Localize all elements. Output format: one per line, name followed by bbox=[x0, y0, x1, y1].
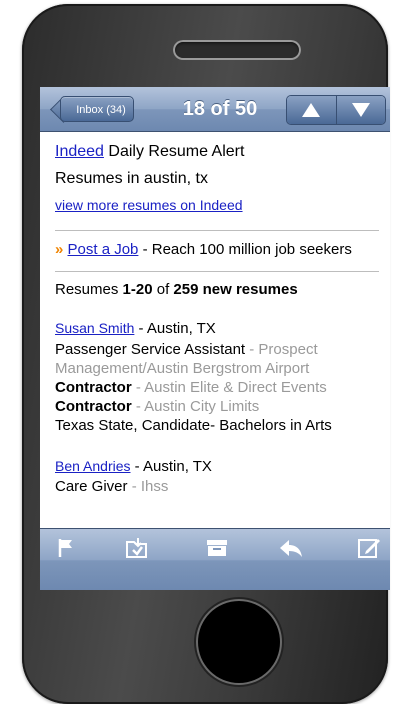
candidate-experience-line: Passenger Service Assistant - Prospect bbox=[55, 341, 318, 358]
arrow-down-icon bbox=[351, 103, 370, 117]
divider bbox=[55, 271, 379, 272]
arrow-up-icon bbox=[302, 103, 321, 117]
move-folder-icon[interactable] bbox=[124, 535, 150, 561]
candidate-location: - Austin, TX bbox=[134, 320, 216, 337]
summary-prefix: Resumes bbox=[55, 281, 123, 298]
job-org: - Austin Elite & Direct Events bbox=[131, 379, 327, 396]
email-header: Indeed Daily Resume Alert bbox=[55, 143, 244, 161]
archive-icon[interactable] bbox=[204, 535, 230, 561]
flag-icon[interactable] bbox=[54, 535, 80, 561]
phone-screen: Inbox (34) 18 of 50 Indeed Daily Resume … bbox=[40, 87, 390, 590]
inbox-back-label: Inbox (34) bbox=[76, 104, 126, 116]
summary-count: 259 new resumes bbox=[173, 281, 298, 298]
divider bbox=[55, 230, 379, 231]
message-toolbar bbox=[40, 528, 390, 590]
next-message-button[interactable] bbox=[335, 96, 385, 124]
job-title: Passenger Service Assistant bbox=[55, 341, 246, 358]
compose-icon[interactable] bbox=[356, 535, 382, 561]
candidate-name-row: Ben Andries - Austin, TX bbox=[55, 458, 212, 475]
summary-range: 1-20 bbox=[122, 281, 153, 298]
home-button[interactable] bbox=[198, 601, 280, 683]
post-a-job-link[interactable]: Post a Job bbox=[68, 241, 139, 258]
message-navigation-segment bbox=[286, 95, 386, 125]
speaker-grille bbox=[173, 40, 301, 60]
job-title: Contractor bbox=[55, 398, 132, 415]
message-position-title: 18 of 50 bbox=[182, 98, 258, 120]
promo-text: - Reach 100 million job seekers bbox=[138, 241, 352, 258]
previous-message-button[interactable] bbox=[287, 96, 336, 124]
candidate-experience-line: Management/Austin Bergstrom Airport bbox=[55, 360, 310, 377]
job-org: - Austin City Limits bbox=[131, 398, 260, 415]
candidate-name-link[interactable]: Ben Andries bbox=[55, 458, 131, 474]
email-header-text: Daily Resume Alert bbox=[103, 143, 245, 160]
candidate-location: - Austin, TX bbox=[130, 458, 212, 475]
candidate-name-row: Susan Smith - Austin, TX bbox=[55, 320, 216, 337]
candidate-experience-line: Care Giver - Ihss bbox=[55, 478, 168, 495]
candidate-education-line: Texas State, Candidate- Bachelors in Art… bbox=[55, 417, 332, 434]
candidate-experience-line: Contractor - Austin City Limits bbox=[55, 398, 259, 415]
job-org: - Ihss bbox=[127, 478, 169, 495]
candidate-experience-line: Contractor - Austin Elite & Direct Event… bbox=[55, 379, 327, 396]
indeed-link[interactable]: Indeed bbox=[55, 143, 104, 160]
email-subtitle: Resumes in austin, tx bbox=[55, 170, 208, 187]
promo-marker: » bbox=[55, 241, 64, 258]
resume-summary: Resumes 1-20 of 259 new resumes bbox=[55, 281, 298, 298]
job-title: Contractor bbox=[55, 379, 132, 396]
inbox-back-button[interactable]: Inbox (34) bbox=[60, 96, 134, 122]
job-org: - Prospect bbox=[245, 341, 318, 358]
view-more-resumes-link[interactable]: view more resumes on Indeed bbox=[55, 197, 243, 213]
candidate-name-link[interactable]: Susan Smith bbox=[55, 320, 134, 336]
navigation-bar: Inbox (34) 18 of 50 bbox=[40, 87, 390, 132]
reply-icon[interactable] bbox=[278, 535, 304, 561]
view-more-link-row: view more resumes on Indeed bbox=[55, 197, 243, 213]
summary-mid: of bbox=[152, 281, 174, 298]
job-title: Care Giver bbox=[55, 478, 128, 495]
promo-row: » Post a Job - Reach 100 million job see… bbox=[55, 241, 352, 258]
